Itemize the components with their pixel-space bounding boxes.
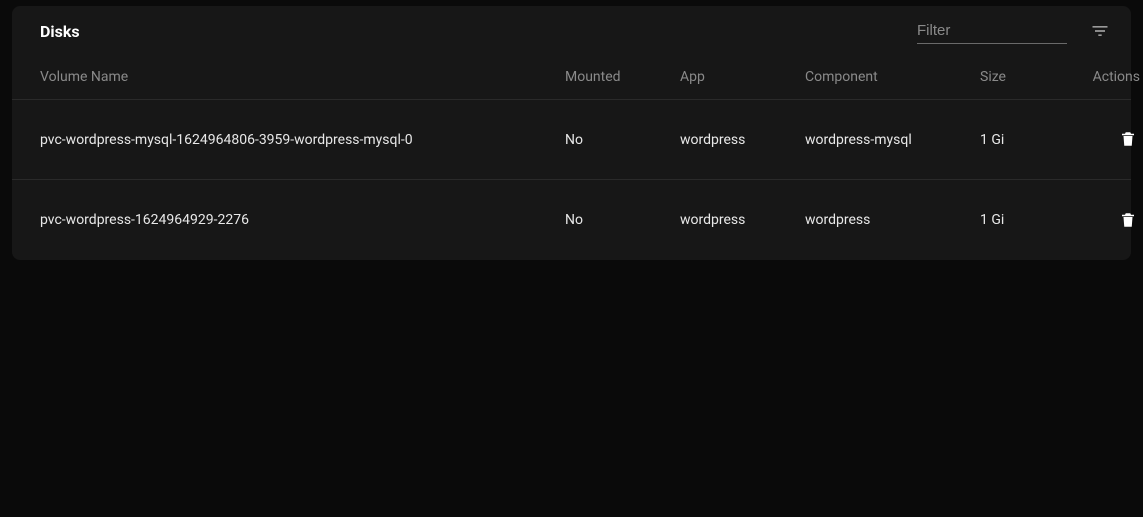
filter-list-icon (1090, 21, 1110, 41)
cell-app: wordpress (680, 212, 805, 228)
filter-button[interactable] (1089, 20, 1111, 42)
cell-volume-name: pvc-wordpress-mysql-1624964806-3959-word… (40, 132, 565, 148)
trash-icon (1119, 130, 1137, 148)
col-volume-name: Volume Name (40, 69, 565, 85)
table-row: pvc-wordpress-mysql-1624964806-3959-word… (12, 100, 1131, 180)
cell-volume-name: pvc-wordpress-1624964929-2276 (40, 212, 565, 228)
disks-panel: Disks Volume Name Mounted App Component … (12, 6, 1131, 260)
trash-icon (1119, 211, 1137, 229)
delete-button[interactable] (1116, 127, 1140, 151)
cell-actions (1055, 208, 1140, 233)
filter-wrap (917, 18, 1111, 44)
panel-header: Disks (12, 6, 1131, 54)
col-mounted: Mounted (565, 69, 680, 85)
col-app: App (680, 69, 805, 85)
col-size: Size (980, 69, 1055, 85)
cell-size: 1 Gi (980, 212, 1055, 228)
cell-mounted: No (565, 212, 680, 228)
table-header-row: Volume Name Mounted App Component Size A… (12, 54, 1131, 100)
panel-title: Disks (40, 22, 80, 41)
table-row: pvc-wordpress-1624964929-2276 No wordpre… (12, 180, 1131, 260)
col-actions: Actions (1055, 69, 1140, 85)
cell-actions (1055, 127, 1140, 152)
col-component: Component (805, 69, 980, 85)
disks-table: Volume Name Mounted App Component Size A… (12, 54, 1131, 260)
cell-app: wordpress (680, 132, 805, 148)
delete-button[interactable] (1116, 208, 1140, 232)
cell-component: wordpress-mysql (805, 132, 980, 148)
filter-input[interactable] (917, 18, 1067, 44)
cell-size: 1 Gi (980, 132, 1055, 148)
cell-mounted: No (565, 132, 680, 148)
cell-component: wordpress (805, 212, 980, 228)
